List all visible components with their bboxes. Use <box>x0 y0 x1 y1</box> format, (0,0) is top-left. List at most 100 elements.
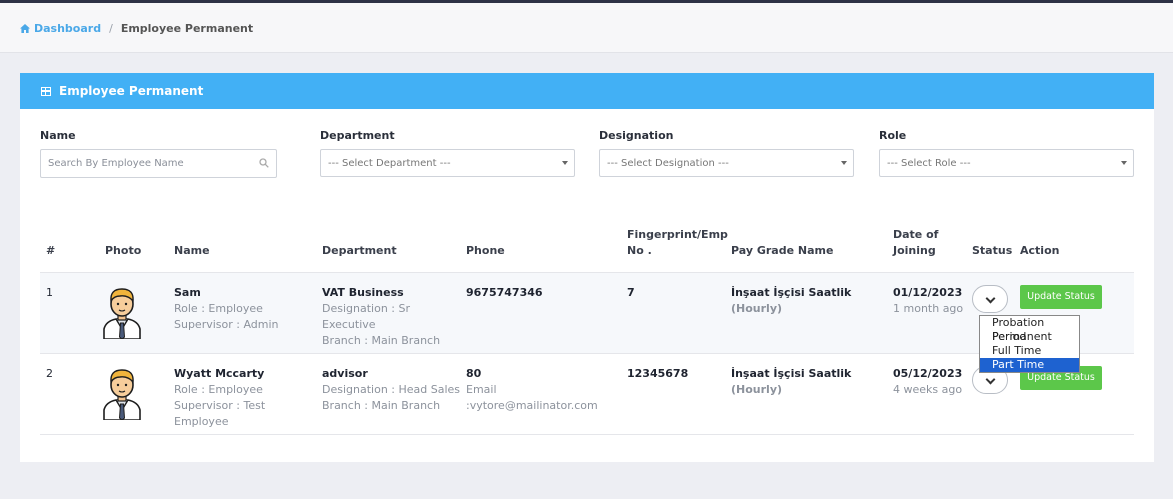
employee-phone: 9675747346 <box>466 285 543 299</box>
name-filter-label: Name <box>40 129 76 142</box>
status-select[interactable] <box>972 284 1008 313</box>
employee-pay-type: (Hourly) <box>731 301 783 315</box>
employee-doj-ago: 1 month ago <box>893 301 964 315</box>
table-row: 1 Sam Role : Employee Supervisor: Admin… <box>40 272 1134 354</box>
employee-doj: 01/12/2023 <box>893 285 963 299</box>
employee-supervisor: Supervisor : Test Employee <box>174 398 266 428</box>
col-header-fingerprint: Fingerprint/Emp No . <box>627 226 731 273</box>
cell-num: 1 <box>40 272 105 354</box>
chevron-down-icon <box>985 293 996 303</box>
employee-table: # Photo Name Department Phone Fingerprin… <box>40 226 1134 435</box>
role-select[interactable]: --- Select Role --- <box>879 149 1134 177</box>
cell-pay-grade: İnşaat İşçisi Saatlik (Hourly) <box>731 272 893 354</box>
designation-select[interactable]: --- Select Designation --- <box>599 149 854 177</box>
status-option-full-time[interactable]: Full Time <box>980 344 1079 358</box>
avatar <box>103 368 141 421</box>
name-filter: Name Search By Employee Name <box>40 129 277 178</box>
status-option-part-time[interactable]: Part Time <box>980 358 1079 372</box>
cell-phone: 80 Email :vytore@mailinator.com <box>466 353 627 435</box>
designation-filter: Designation --- Select Designation --- <box>599 129 854 177</box>
employee-fingerprint: 12345678 <box>627 366 689 380</box>
designation-filter-label: Designation <box>599 129 674 142</box>
cell-photo <box>103 353 174 435</box>
cell-photo <box>103 272 174 354</box>
employee-pay-grade: İnşaat İşçisi Saatlik <box>731 366 852 380</box>
cell-pay-grade: İnşaat İşçisi Saatlik (Hourly) <box>731 353 893 435</box>
col-header-phone: Phone <box>466 226 627 273</box>
chevron-down-icon <box>1121 161 1127 165</box>
employee-phone: 80 <box>466 366 482 380</box>
search-input[interactable]: Search By Employee Name <box>40 149 277 178</box>
employee-branch: Branch : Main Branch <box>322 398 441 412</box>
employee-doj: 05/12/2023 <box>893 366 963 380</box>
status-dropdown-list: Probation Period Permanent Full Time Par… <box>979 315 1080 373</box>
col-header-fingerprint-line2: No . <box>627 243 652 257</box>
department-filter-label: Department <box>320 129 395 142</box>
employee-supervisor: Supervisor : Admin <box>174 317 279 331</box>
employee-department: advisor <box>322 366 368 380</box>
col-header-doj-line2: Joining <box>893 243 936 257</box>
employee-email: Email :vytore@mailinator.com <box>466 382 598 412</box>
chevron-down-icon <box>985 374 996 384</box>
department-select-value: --- Select Department --- <box>328 157 451 169</box>
employee-card: Employee Permanent Name Search By Employ… <box>20 73 1154 462</box>
designation-select-value: --- Select Designation --- <box>607 157 729 169</box>
chevron-down-icon <box>562 161 568 165</box>
employee-name: Wyatt Mccarty <box>174 366 265 380</box>
col-header-doj-line1: Date of <box>893 227 939 241</box>
home-icon <box>20 24 30 33</box>
employee-doj-ago: 4 weeks ago <box>893 382 963 396</box>
department-filter: Department --- Select Department --- <box>320 129 575 177</box>
breadcrumb-current: Employee Permanent <box>120 22 254 35</box>
col-header-action: Action <box>1020 226 1134 273</box>
avatar <box>103 287 141 340</box>
employee-designation: Designation : Head Sales <box>322 382 461 396</box>
table-row: 2 Wyatt Mccarty Role: Employee Supervis… <box>40 353 1134 435</box>
breadcrumb: Dashboard / Employee Permanent <box>20 22 253 35</box>
col-header-fingerprint-line1: Fingerprint/Emp <box>627 227 728 241</box>
col-header-photo: Photo <box>105 226 174 273</box>
card-title: Employee Permanent <box>59 84 204 98</box>
cell-name: Wyatt Mccarty Role : Employee Supervisor… <box>174 353 322 435</box>
role-select-value: --- Select Role --- <box>887 157 971 169</box>
role-filter-label: Role <box>879 129 907 142</box>
cell-num: 2 <box>40 353 105 435</box>
cell-fingerprint: 12345678 <box>627 353 731 435</box>
status-option-permanent[interactable]: Permanent <box>980 330 1079 344</box>
employee-branch: Branch : Main Branch <box>322 333 441 347</box>
chevron-down-icon <box>841 161 847 165</box>
employee-designation: Designation : Sr Executive <box>322 301 410 331</box>
role-filter: Role --- Select Role --- <box>879 129 1134 177</box>
cell-department: VAT Business Designation : Sr Executive … <box>322 272 466 354</box>
employee-pay-grade: İnşaat İşçisi Saatlik <box>731 285 852 299</box>
breadcrumb-separator: / <box>109 22 113 35</box>
search-placeholder: Search By Employee Name <box>48 158 184 169</box>
search-icon <box>259 158 269 168</box>
breadcrumb-bar: Dashboard / Employee Permanent <box>0 3 1173 53</box>
cell-name: Sam Role : Employee Supervisor : Admin <box>174 272 322 354</box>
employee-name: Sam <box>174 285 201 299</box>
cell-fingerprint: 7 <box>627 272 731 354</box>
col-header-doj: Date of Joining <box>893 226 972 273</box>
breadcrumb-home-label[interactable]: Dashboard <box>34 22 101 35</box>
breadcrumb-home-link[interactable]: Dashboard <box>20 22 101 35</box>
col-header-department: Department <box>322 226 466 273</box>
cell-doj: 05/12/2023 4 weeks ago <box>893 353 972 435</box>
status-option-probation[interactable]: Probation Period <box>980 316 1079 343</box>
employee-role: Role : Employee <box>174 301 263 315</box>
update-status-button[interactable]: Update Status <box>1020 284 1102 309</box>
cell-phone: 9675747346 <box>466 272 627 354</box>
employee-role: Role : Employee <box>174 382 263 396</box>
col-header-status: Status <box>972 226 1020 273</box>
employee-department: VAT Business <box>322 285 404 299</box>
col-header-name: Name <box>174 226 322 273</box>
cell-department: advisor Designation : Head Sales Branch … <box>322 353 466 435</box>
department-select[interactable]: --- Select Department --- <box>320 149 575 177</box>
grid-icon <box>41 86 51 96</box>
cell-doj: 01/12/2023 1 month ago <box>893 272 972 354</box>
col-header-pay-grade: Pay Grade Name <box>731 226 893 273</box>
card-header: Employee Permanent <box>20 73 1154 109</box>
employee-pay-type: (Hourly) <box>731 382 783 396</box>
col-header-num: # <box>40 226 105 273</box>
employee-fingerprint: 7 <box>627 285 635 299</box>
